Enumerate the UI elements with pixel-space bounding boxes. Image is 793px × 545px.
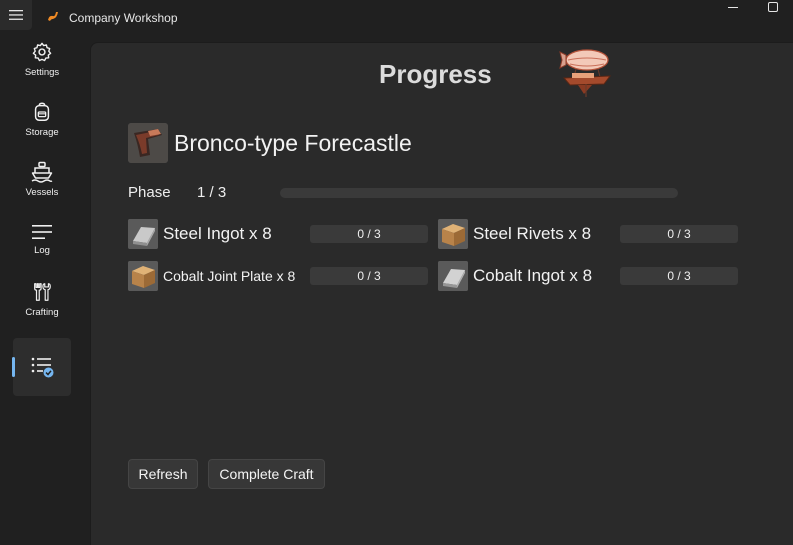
ship-icon <box>31 161 53 183</box>
checklist-icon <box>31 357 54 378</box>
tools-icon <box>34 282 51 301</box>
maximize-icon[interactable] <box>766 0 780 14</box>
hamburger-menu-button[interactable] <box>0 0 32 30</box>
phase-value: 1 / 3 <box>197 184 227 201</box>
page-title: Progress <box>379 59 492 89</box>
sidebar-item-log[interactable]: Log <box>13 210 71 268</box>
sidebar-item-label: Vessels <box>25 186 59 198</box>
sidebar-item-progress[interactable] <box>12 338 71 396</box>
material-progress: 0 / 3 <box>310 225 428 243</box>
material-progress: 0 / 3 <box>620 267 738 285</box>
sidebar-item-settings[interactable]: Settings <box>13 30 71 88</box>
backpack-icon <box>34 102 50 121</box>
title-bar: Company Workshop <box>0 0 793 36</box>
phase-progress-bar <box>280 188 678 198</box>
main-content: Progress Bronco-type Forecastle Phase 1 … <box>90 42 793 545</box>
airship-icon <box>559 49 612 97</box>
item-header: Bronco-type Forecastle <box>128 123 412 163</box>
material-item: Steel Rivets x 8 <box>438 219 591 249</box>
material-item: Cobalt Joint Plate x 8 <box>128 261 295 291</box>
hamburger-icon <box>9 10 23 20</box>
material-item: Cobalt Ingot x 8 <box>438 261 592 291</box>
steel-ingot-icon <box>128 219 158 249</box>
app-logo-icon <box>48 12 58 21</box>
minimize-icon[interactable] <box>727 0 739 14</box>
refresh-button[interactable]: Refresh <box>128 459 198 489</box>
crate-icon <box>438 219 468 249</box>
sidebar-item-storage[interactable]: Storage <box>13 90 71 148</box>
material-name: Cobalt Joint Plate x 8 <box>163 268 296 284</box>
gear-icon <box>32 42 52 61</box>
sidebar-item-label: Crafting <box>25 306 59 318</box>
sidebar-item-vessels[interactable]: Vessels <box>13 150 71 208</box>
phase-label: Phase <box>128 184 171 201</box>
forecastle-icon <box>128 123 168 163</box>
sidebar-nav: Settings Storage Vessels Log Crafting <box>0 36 90 544</box>
material-progress: 0 / 3 <box>310 267 428 285</box>
material-name: Steel Ingot x 8 <box>163 224 272 243</box>
sidebar-item-crafting[interactable]: Crafting <box>13 270 71 328</box>
material-item: Steel Ingot x 8 <box>128 219 272 249</box>
cobalt-ingot-icon <box>438 261 468 291</box>
item-name: Bronco-type Forecastle <box>174 129 412 156</box>
material-progress: 0 / 3 <box>620 225 738 243</box>
material-name: Cobalt Ingot x 8 <box>473 266 593 285</box>
complete-craft-button[interactable]: Complete Craft <box>208 459 325 489</box>
list-icon <box>32 224 52 239</box>
sidebar-item-label: Storage <box>25 126 59 138</box>
app-title: Company Workshop <box>69 11 178 25</box>
sidebar-item-label: Settings <box>24 66 60 78</box>
active-indicator <box>12 357 15 377</box>
material-name: Steel Rivets x 8 <box>473 224 592 243</box>
sidebar-item-label: Log <box>34 244 50 256</box>
crate-icon <box>128 261 158 291</box>
